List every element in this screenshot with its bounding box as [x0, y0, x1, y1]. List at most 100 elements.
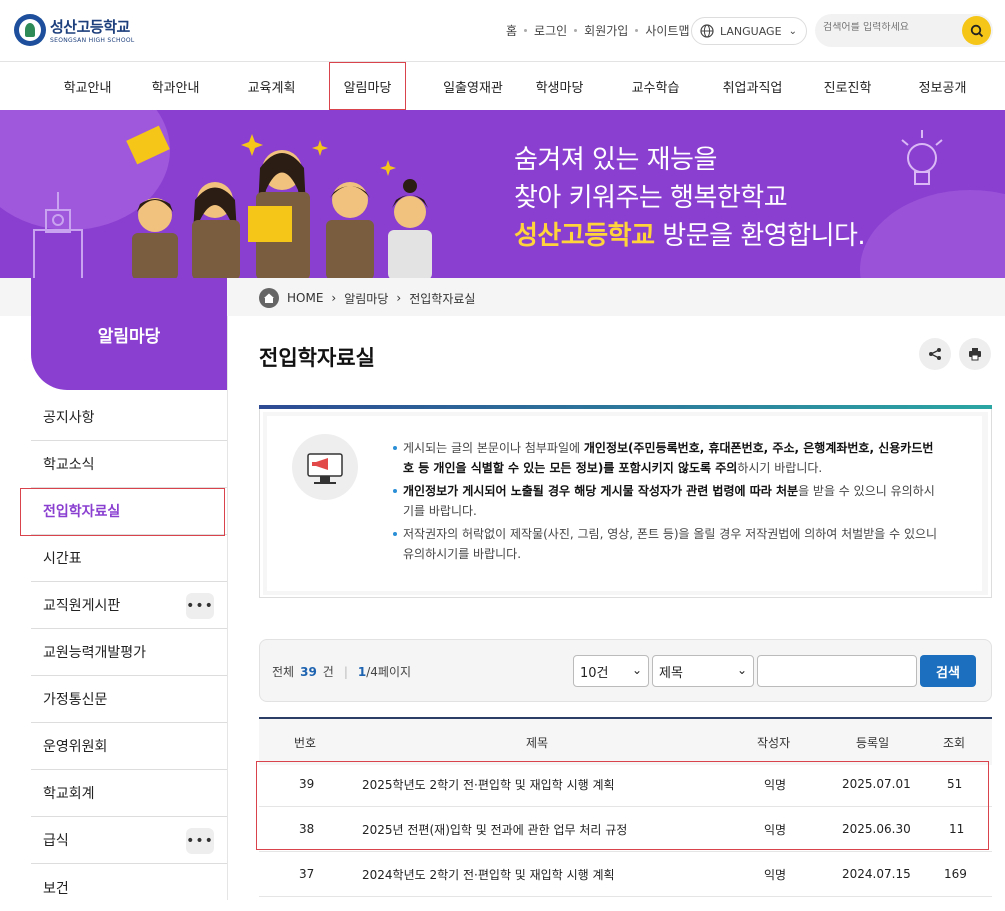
- print-icon: [969, 348, 981, 361]
- breadcrumb-home[interactable]: HOME: [287, 291, 323, 305]
- header-no: 번호: [294, 735, 317, 750]
- top-header: 성산고등학교 SEONGSAN HIGH SCHOOL 홈 로그인 회원가입 사…: [0, 0, 1005, 62]
- breadcrumb-section[interactable]: 알림마당: [344, 290, 388, 307]
- gnb-item-departments[interactable]: 학과안내: [128, 62, 223, 110]
- chevron-down-icon: ⌄: [631, 663, 642, 677]
- gnb-item-teaching[interactable]: 교수학습: [608, 62, 703, 110]
- sidebar-item-teacher-evaluation[interactable]: 교원능력개발평가: [31, 629, 227, 676]
- page-title: 전입학자료실: [259, 346, 375, 370]
- sidebar-item-staff-board[interactable]: 교직원게시판 •••: [31, 582, 227, 629]
- banner-line-2: 찾아 키워주는 행복한학교: [514, 183, 788, 213]
- logo-korean-name: 성산고등학교: [50, 18, 130, 36]
- gnb-item-admission[interactable]: 진로진학: [800, 62, 895, 110]
- print-button[interactable]: [959, 338, 991, 370]
- gnb-item-notices[interactable]: 알림마당: [329, 62, 406, 110]
- sidebar-item-label: 교원능력개발평가: [43, 645, 147, 661]
- language-select[interactable]: LANGUAGE ⌄: [691, 17, 807, 45]
- lightbulb-icon: [901, 130, 943, 185]
- share-button[interactable]: [919, 338, 951, 370]
- search-button[interactable]: 검색: [920, 655, 976, 687]
- more-icon[interactable]: •••: [186, 828, 214, 854]
- sidebar-item-label: 공지사항: [43, 410, 95, 426]
- sidebar-item-label: 보건: [43, 880, 69, 897]
- row-no: 37: [299, 867, 315, 881]
- total-count: 전체 39 건 | 1/4페이지: [272, 664, 412, 680]
- breadcrumb: HOME › 알림마당 › 전입학자료실: [259, 288, 475, 308]
- notice-bullet-2: 개인정보가 게시되어 노출될 경우 해당 게시물 작성자가 관련 법령에 따라 …: [393, 481, 938, 521]
- chevron-right-icon: ›: [331, 291, 337, 305]
- sidebar-item-health[interactable]: 보건: [31, 864, 227, 911]
- banner-school-name: 성산고등학교: [514, 221, 655, 251]
- notice-bullets: 게시되는 글의 본문이나 첨부파일에 개인정보(주민등록번호, 휴대폰번호, 주…: [393, 438, 938, 567]
- main-navigation: 학교안내 학과안내 교육계획 알림마당 일출영재관 학생마당 교수학습 취업과직…: [0, 62, 1005, 110]
- keyword-input[interactable]: [757, 655, 917, 687]
- sidebar-item-school-news[interactable]: 학교소식: [31, 441, 227, 488]
- total-number: 39: [300, 664, 317, 679]
- util-link-home[interactable]: 홈: [506, 22, 517, 39]
- share-icon: [929, 348, 941, 360]
- logo-english-name: SEONGSAN HIGH SCHOOL: [50, 37, 135, 44]
- separator-dot: [524, 29, 528, 32]
- top-search: [815, 14, 993, 47]
- row-author: 익명: [764, 867, 787, 882]
- utility-links: 홈 로그인 회원가입 사이트맵: [506, 22, 690, 39]
- sidebar-item-label: 학교회계: [43, 786, 95, 802]
- row-title[interactable]: 2024학년도 2학기 전·편입학 및 재입학 시행 계획: [362, 852, 615, 896]
- students-illustration: [33, 125, 432, 278]
- sidebar-item-meals[interactable]: 급식 •••: [31, 817, 227, 864]
- sidebar-item-label: 운영위원회: [43, 739, 108, 755]
- gnb-item-school-info[interactable]: 학교안내: [40, 62, 135, 110]
- util-link-sitemap[interactable]: 사이트맵: [645, 22, 689, 39]
- sidebar-title-box: 알림마당: [31, 278, 227, 390]
- hero-banner: [0, 110, 1005, 278]
- table-header: 번호 제목 작성자 등록일 조회: [259, 717, 992, 765]
- gnb-item-careers[interactable]: 취업과직업: [700, 62, 805, 110]
- row-views: 169: [944, 867, 967, 881]
- globe-icon: [700, 24, 714, 38]
- gnb-item-students[interactable]: 학생마당: [512, 62, 607, 110]
- header-title: 제목: [526, 735, 549, 750]
- separator: |: [343, 664, 348, 679]
- search-icon: [970, 24, 983, 37]
- more-icon[interactable]: •••: [186, 593, 214, 619]
- chevron-right-icon: ›: [396, 291, 402, 305]
- separator-dot: [635, 29, 639, 32]
- gnb-item-disclosure[interactable]: 정보공개: [895, 62, 990, 110]
- banner-line-1: 숨겨져 있는 재능을: [514, 145, 717, 175]
- table-row[interactable]: 37 2024학년도 2학기 전·편입학 및 재입학 시행 계획 익명 2024…: [259, 852, 992, 897]
- header-views: 조회: [943, 735, 966, 750]
- separator-dot: [574, 29, 578, 32]
- breadcrumb-current: 전입학자료실: [409, 291, 476, 306]
- util-link-signup[interactable]: 회원가입: [584, 22, 628, 39]
- sidebar-item-accounting[interactable]: 학교회계: [31, 770, 227, 817]
- header-date: 등록일: [856, 735, 890, 750]
- page-indicator: 1/4페이지: [357, 665, 412, 679]
- banner-welcome-text: 방문을 환영합니다.: [654, 221, 866, 251]
- sidebar-item-label: 교직원게시판: [43, 598, 121, 614]
- notice-bullet-1: 게시되는 글의 본문이나 첨부파일에 개인정보(주민등록번호, 휴대폰번호, 주…: [393, 438, 938, 478]
- top-search-button[interactable]: [962, 16, 991, 45]
- per-page-select[interactable]: 10건 ⌄: [573, 655, 649, 687]
- header-author: 작성자: [757, 735, 791, 750]
- home-icon[interactable]: [259, 288, 279, 308]
- top-search-input[interactable]: [823, 22, 953, 33]
- util-link-login[interactable]: 로그인: [534, 22, 567, 39]
- sidebar-item-label: 학교소식: [43, 457, 95, 473]
- banner-line-3: 성산고등학교 방문을 환영합니다.: [514, 215, 866, 252]
- selection-highlight: [20, 488, 225, 536]
- notice-bullet-3: 저작권자의 허락없이 제작물(사진, 그림, 영상, 폰트 등)을 올릴 경우 …: [393, 524, 938, 564]
- megaphone-monitor-icon: [292, 434, 358, 500]
- school-logo[interactable]: 성산고등학교 SEONGSAN HIGH SCHOOL: [14, 14, 135, 46]
- search-field-select[interactable]: 제목 ⌄: [652, 655, 754, 687]
- sidebar-item-notice[interactable]: 공지사항: [31, 394, 227, 441]
- divider: [227, 316, 228, 900]
- school-emblem-icon: [14, 14, 46, 46]
- sidebar-item-label: 급식: [43, 833, 69, 849]
- row-date: 2024.07.15: [842, 867, 911, 881]
- sidebar-title: 알림마당: [97, 327, 161, 347]
- gnb-item-curriculum[interactable]: 교육계획: [224, 62, 319, 110]
- sidebar-item-newsletter[interactable]: 가정통신문: [31, 676, 227, 723]
- sidebar-item-label: 가정통신문: [43, 692, 108, 708]
- sidebar-item-timetable[interactable]: 시간표: [31, 535, 227, 582]
- sidebar-item-committee[interactable]: 운영위원회: [31, 723, 227, 770]
